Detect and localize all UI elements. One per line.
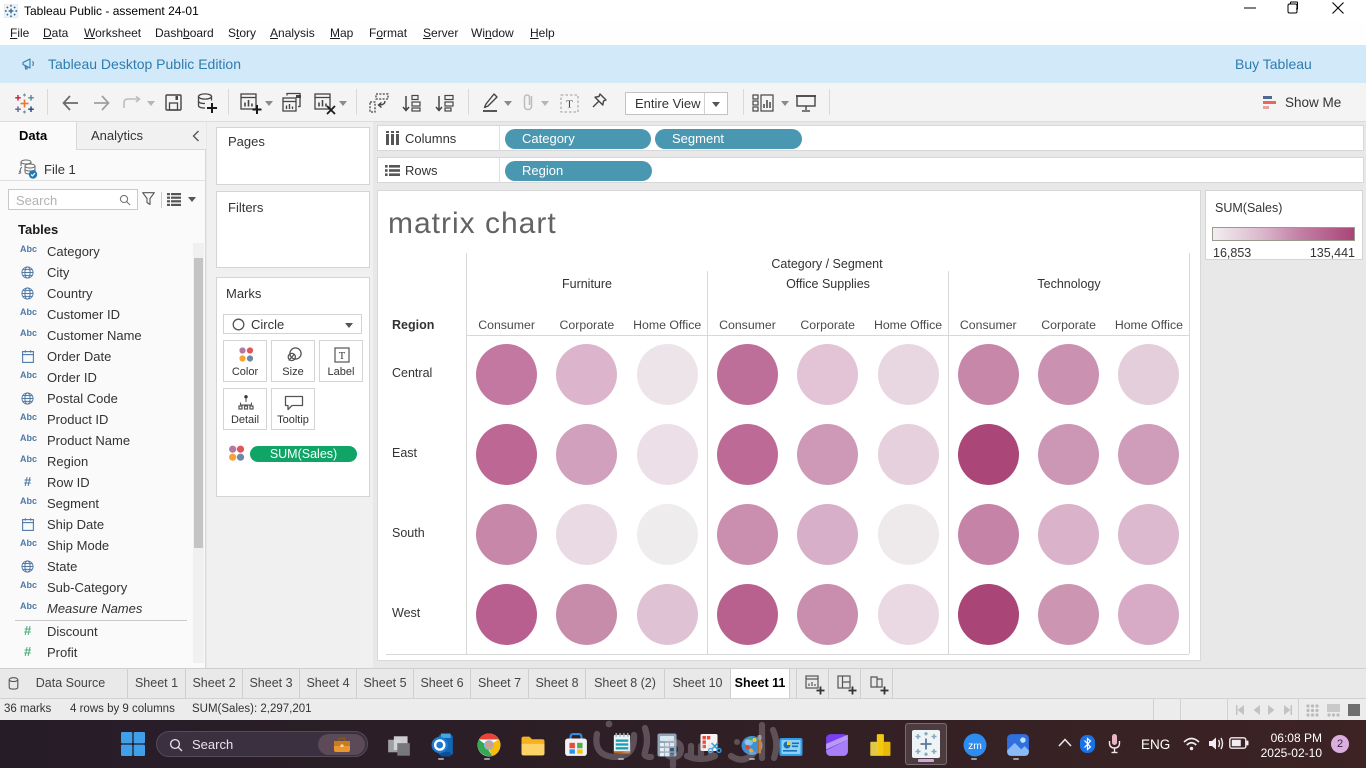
svg-text:zm: zm	[968, 741, 982, 752]
svg-text:T: T	[566, 99, 573, 111]
svg-text:T: T	[339, 351, 346, 362]
